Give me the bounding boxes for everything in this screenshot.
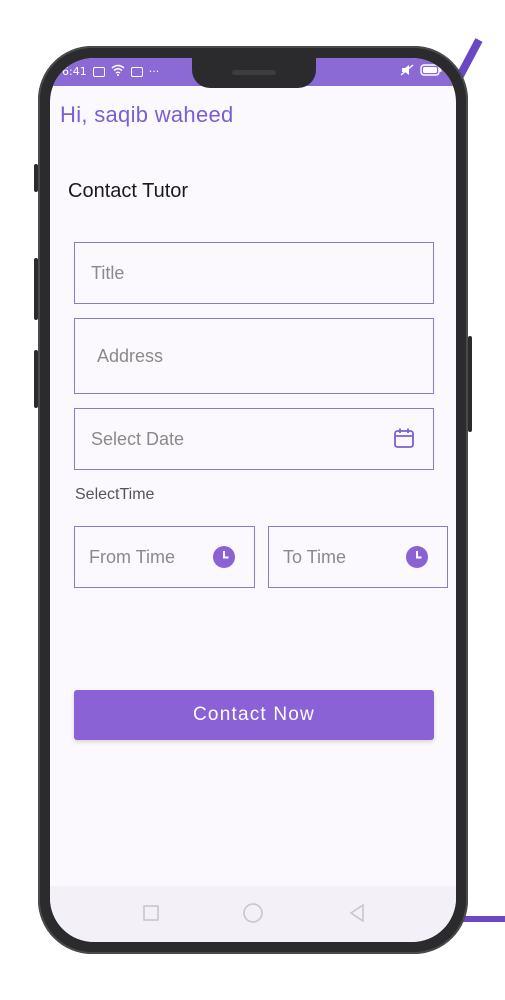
camera-notch bbox=[192, 58, 316, 88]
title-field[interactable] bbox=[74, 242, 434, 304]
volume-up-button bbox=[34, 258, 38, 320]
battery-icon bbox=[420, 64, 442, 79]
select-date-field[interactable] bbox=[74, 408, 434, 470]
contact-now-button[interactable]: Contact Now bbox=[74, 690, 434, 740]
screen: 6:41 ··· Hi, saqib waheed Contact Tutor bbox=[50, 58, 456, 942]
triangle-back-icon[interactable] bbox=[346, 902, 368, 924]
phone-frame: 6:41 ··· Hi, saqib waheed Contact Tutor bbox=[34, 46, 472, 954]
power-button bbox=[468, 336, 472, 432]
to-time-field[interactable] bbox=[268, 526, 448, 588]
clock-icon[interactable] bbox=[212, 545, 236, 569]
from-time-field[interactable] bbox=[74, 526, 255, 588]
speaker-grille bbox=[232, 70, 276, 75]
notification-icon bbox=[130, 66, 143, 77]
clock-icon[interactable] bbox=[405, 545, 429, 569]
select-date-input[interactable] bbox=[75, 428, 433, 450]
page-title: Contact Tutor bbox=[68, 180, 189, 202]
side-button bbox=[34, 164, 38, 192]
square-icon[interactable] bbox=[140, 902, 162, 924]
status-time: 6:41 bbox=[62, 65, 87, 78]
message-icon bbox=[92, 66, 105, 77]
navigation-bar bbox=[50, 886, 456, 942]
wifi-icon bbox=[111, 64, 125, 79]
address-field[interactable] bbox=[74, 318, 434, 394]
select-time-label: SelectTime bbox=[75, 486, 155, 503]
volume-down-button bbox=[34, 350, 38, 408]
mute-icon bbox=[400, 64, 414, 79]
status-more: ··· bbox=[148, 65, 160, 78]
title-input[interactable] bbox=[75, 262, 433, 284]
circle-icon[interactable] bbox=[242, 902, 264, 924]
calendar-icon[interactable] bbox=[393, 427, 415, 449]
address-input[interactable] bbox=[75, 345, 433, 367]
greeting-text: Hi, saqib waheed bbox=[60, 102, 234, 127]
